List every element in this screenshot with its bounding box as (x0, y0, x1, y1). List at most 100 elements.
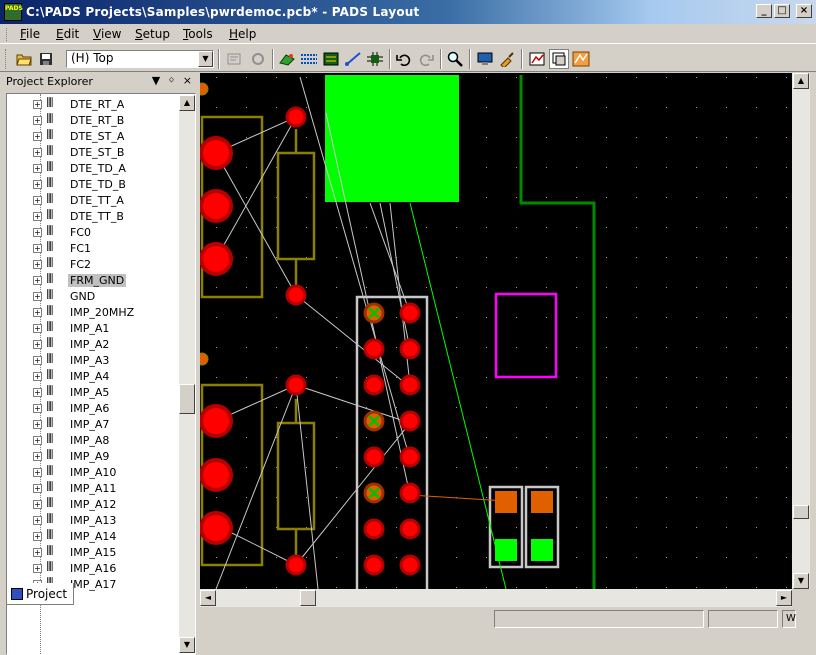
chevron-down-icon[interactable]: ▼ (198, 51, 213, 67)
scroll-thumb[interactable] (793, 505, 809, 519)
expand-icon[interactable]: + (33, 227, 42, 237)
tab-project[interactable]: Project (6, 583, 74, 605)
scroll-up-button[interactable]: ▲ (179, 95, 195, 111)
tree-item[interactable]: + ∥∥ DTE_TD_B (33, 176, 128, 192)
tree-item[interactable]: + ∥∥ IMP_A14 (33, 528, 118, 544)
route-icon[interactable] (277, 49, 297, 69)
ic-pin[interactable] (399, 338, 421, 360)
tree-item[interactable]: + ∥∥ IMP_A5 (33, 384, 111, 400)
tree-vertical-scrollbar[interactable]: ▲ ▼ (179, 95, 195, 653)
expand-icon[interactable]: + (33, 179, 42, 189)
view-nets-icon[interactable] (475, 49, 495, 69)
ic-pin[interactable] (399, 518, 421, 540)
pad-partial[interactable] (200, 82, 209, 96)
expand-icon[interactable]: + (33, 547, 42, 557)
expand-icon[interactable]: + (33, 243, 42, 253)
smd-pad[interactable] (531, 491, 553, 513)
scroll-thumb[interactable] (300, 590, 316, 606)
tree-item[interactable]: + ∥∥ IMP_A10 (33, 464, 118, 480)
layer-dropdown[interactable]: (H) Top ▼ (66, 50, 214, 68)
scroll-left-button[interactable]: ◄ (200, 590, 216, 606)
scroll-right-button[interactable]: ► (776, 590, 792, 606)
ic-pin[interactable] (399, 302, 421, 324)
drafting-icon[interactable] (321, 49, 341, 69)
tree-item[interactable]: + ∥∥ IMP_A11 (33, 480, 118, 496)
minimize-button[interactable]: _ (756, 4, 772, 18)
ic-pin[interactable] (363, 374, 385, 396)
clean-icon[interactable] (497, 49, 517, 69)
ic-pin[interactable] (399, 554, 421, 576)
tree-item[interactable]: + ∥∥ IMP_A1 (33, 320, 111, 336)
pad-partial[interactable] (200, 352, 209, 366)
expand-icon[interactable]: + (33, 195, 42, 205)
expand-icon[interactable]: + (33, 339, 42, 349)
expand-icon[interactable]: + (33, 259, 42, 269)
tree-item[interactable]: + ∥∥ DTE_TT_B (33, 208, 126, 224)
menu-file[interactable]: File (20, 27, 40, 41)
ecl-icon[interactable] (365, 49, 385, 69)
tree-item[interactable]: + ∥∥ IMP_A8 (33, 432, 111, 448)
canvas-vertical-scrollbar[interactable]: ▲ ▼ (792, 73, 810, 589)
layers-icon[interactable] (549, 49, 569, 69)
expand-icon[interactable]: + (33, 403, 42, 413)
ic-pin[interactable] (363, 338, 385, 360)
expand-icon[interactable]: + (33, 515, 42, 525)
expand-icon[interactable]: + (33, 355, 42, 365)
tree-item[interactable]: + ∥∥ IMP_A9 (33, 448, 111, 464)
close-button[interactable]: × (796, 4, 812, 18)
expand-icon[interactable]: + (33, 499, 42, 509)
scroll-up-button[interactable]: ▲ (793, 73, 809, 89)
zoom-icon[interactable] (445, 49, 465, 69)
scroll-down-button[interactable]: ▼ (793, 573, 809, 589)
tree-item[interactable]: + ∥∥ DTE_ST_A (33, 128, 126, 144)
hyperlynx-icon[interactable] (527, 49, 547, 69)
ic-pin[interactable] (399, 446, 421, 468)
tree-item[interactable]: + ∥∥ DTE_TD_A (33, 160, 128, 176)
smd-pad[interactable] (495, 491, 517, 513)
properties-icon[interactable] (224, 49, 244, 69)
ic-pin[interactable] (363, 446, 385, 468)
tree-item[interactable]: + ∥∥ IMP_A16 (33, 560, 118, 576)
ic-pin[interactable] (399, 482, 421, 504)
smd-pad[interactable] (531, 539, 553, 561)
tree-item[interactable]: + ∥∥ IMP_A15 (33, 544, 118, 560)
copper-pour[interactable] (325, 75, 459, 202)
tree-item[interactable]: + ∥∥ IMP_A2 (33, 336, 111, 352)
ic-pin[interactable] (363, 518, 385, 540)
toolbar-grip[interactable] (5, 49, 7, 69)
tree-item[interactable]: + ∥∥ GND (33, 288, 97, 304)
expand-icon[interactable]: + (33, 435, 42, 445)
expand-icon[interactable]: + (33, 451, 42, 461)
tree-item[interactable]: + ∥∥ DTE_TT_A (33, 192, 126, 208)
tree-item[interactable]: + ∥∥ DTE_ST_B (33, 144, 126, 160)
expand-icon[interactable]: + (33, 275, 42, 285)
pads-app-icon[interactable]: PADS (4, 3, 23, 21)
expand-icon[interactable]: + (33, 163, 42, 173)
expand-icon[interactable]: + (33, 131, 42, 141)
menu-help[interactable]: Help (229, 27, 256, 41)
ic-pin[interactable] (399, 374, 421, 396)
ic-pin[interactable] (363, 554, 385, 576)
expand-icon[interactable]: + (33, 387, 42, 397)
expand-icon[interactable]: + (33, 563, 42, 573)
expand-icon[interactable]: + (33, 291, 42, 301)
close-icon[interactable]: × (183, 74, 192, 87)
expand-icon[interactable]: + (33, 211, 42, 221)
tree-item[interactable]: + ∥∥ IMP_A7 (33, 416, 111, 432)
tree-item[interactable]: + ∥∥ IMP_A12 (33, 496, 118, 512)
tree-item[interactable]: + ∥∥ IMP_A13 (33, 512, 118, 528)
tree-item[interactable]: + ∥∥ IMP_A4 (33, 368, 111, 384)
expand-icon[interactable]: + (33, 147, 42, 157)
redo-icon[interactable] (416, 49, 436, 69)
expand-icon[interactable]: + (33, 483, 42, 493)
menubar-grip[interactable] (6, 28, 9, 41)
menu-view[interactable]: View (93, 27, 121, 41)
tree-item[interactable]: + ∥∥ FC0 (33, 224, 93, 240)
tree-item[interactable]: + ∥∥ IMP_A6 (33, 400, 111, 416)
expand-icon[interactable]: + (33, 467, 42, 477)
pcb-board-svg[interactable] (200, 73, 792, 589)
tree-item[interactable]: + ∥∥ DTE_RT_B (33, 112, 126, 128)
canvas-horizontal-scrollbar[interactable]: ◄ ► (200, 589, 792, 607)
expand-icon[interactable]: + (33, 307, 42, 317)
ic-pin[interactable] (399, 410, 421, 432)
